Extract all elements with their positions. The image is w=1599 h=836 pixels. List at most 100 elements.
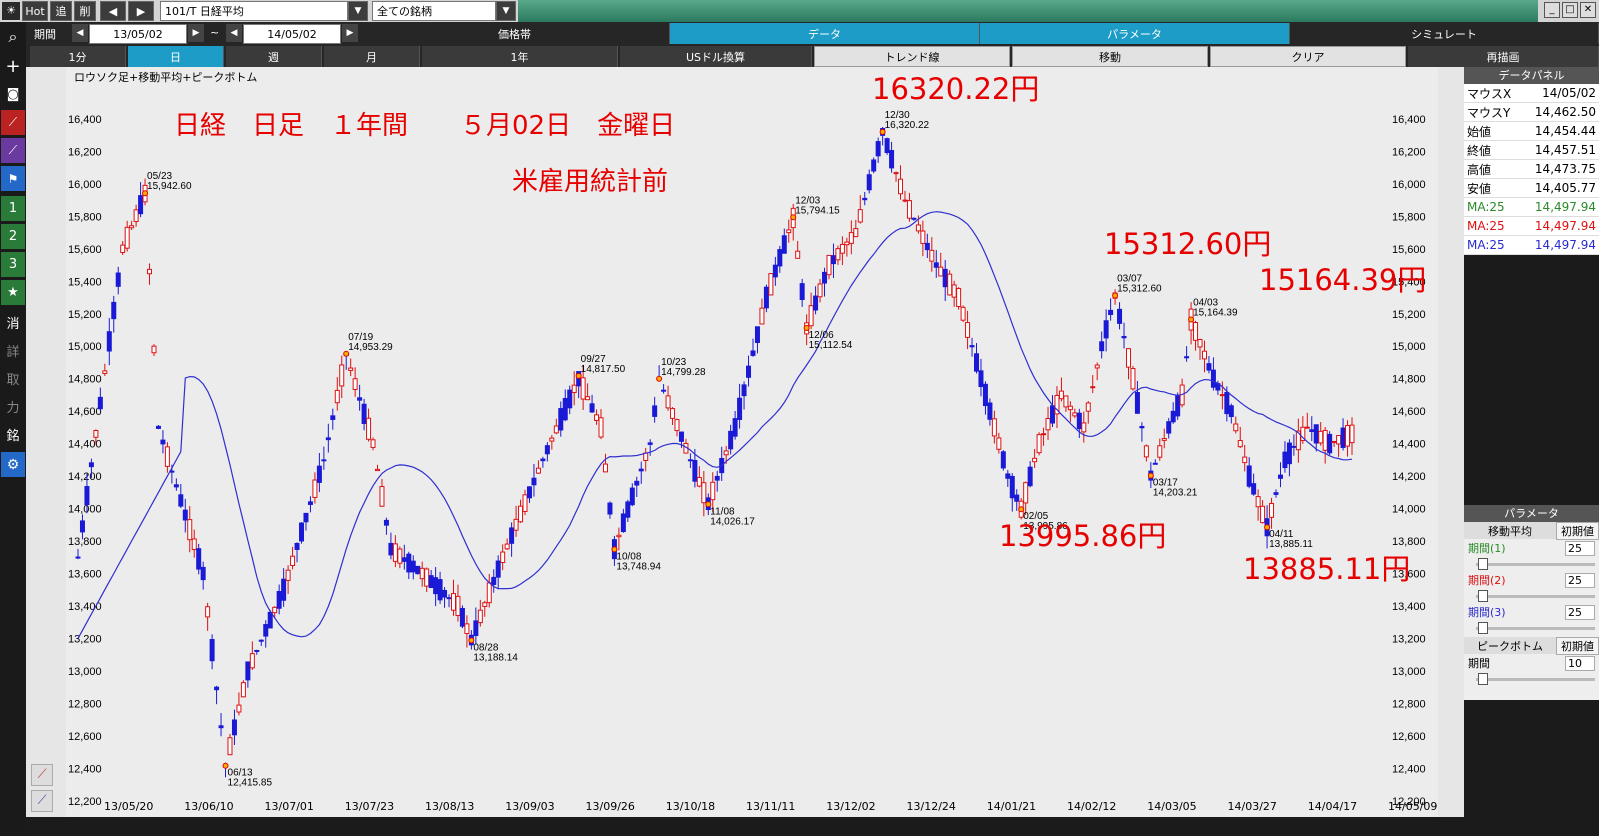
tab-redraw[interactable]: 再描画 bbox=[1408, 46, 1599, 67]
data-panel-row: MA:25 14,497.94 bbox=[1464, 217, 1599, 236]
sidebar-item-trade[interactable]: 取 bbox=[1, 366, 25, 391]
candle-body bbox=[236, 704, 242, 713]
y-tick-right: 13,000 bbox=[1392, 666, 1426, 678]
data-panel-row: マウスY 14,462.50 bbox=[1464, 103, 1599, 122]
delete-button[interactable]: 削 bbox=[74, 1, 96, 21]
sidebar-item-detail[interactable]: 詳 bbox=[1, 338, 25, 363]
search-icon[interactable]: ⌕ bbox=[1, 24, 25, 49]
param-2-slider[interactable] bbox=[1468, 589, 1595, 603]
data-panel-value: 14,497.94 bbox=[1534, 238, 1596, 252]
tab-usd[interactable]: USドル換算 bbox=[620, 46, 812, 67]
candle-body bbox=[598, 417, 604, 438]
candle-body bbox=[754, 326, 760, 343]
param-3-slider[interactable] bbox=[1468, 621, 1595, 635]
candle-body bbox=[383, 519, 389, 526]
candlestick-chart[interactable]: 16,400 16,400 16,200 16,200 16,000 16,000 15,8… bbox=[66, 67, 1438, 817]
param-1-slider[interactable] bbox=[1468, 557, 1595, 571]
from-prev-arrow-icon[interactable]: ◀ bbox=[72, 24, 88, 42]
param-3-input[interactable]: 25 bbox=[1565, 604, 1595, 620]
candle-body bbox=[196, 548, 202, 570]
bulb-icon[interactable]: ☀ bbox=[2, 2, 20, 20]
candle-body bbox=[594, 414, 600, 421]
next-arrow-icon[interactable]: ▶ bbox=[128, 1, 154, 21]
mini-chart-icon[interactable]: ⟋ bbox=[31, 764, 53, 786]
symbol-field[interactable]: 101/T 日経平均 bbox=[160, 1, 348, 21]
star-icon[interactable]: ★ bbox=[1, 280, 25, 305]
zoom-in-icon[interactable]: + bbox=[1, 54, 25, 79]
maximize-icon[interactable]: □ bbox=[1562, 2, 1578, 18]
chart-purple-icon[interactable]: ⟋ bbox=[1, 138, 25, 163]
tab-1year[interactable]: 1年 bbox=[422, 46, 618, 67]
from-next-arrow-icon[interactable]: ▶ bbox=[188, 24, 204, 42]
sidebar-item-1[interactable]: 1 bbox=[1, 196, 25, 221]
chart-red-icon[interactable]: ⟋ bbox=[1, 110, 25, 135]
ma-section-header: 移動平均 初期値 bbox=[1464, 521, 1599, 540]
to-date-field[interactable]: 14/05/02 bbox=[243, 24, 341, 44]
sidebar-item-3[interactable]: 3 bbox=[1, 252, 25, 277]
chart-headline: 日経 日足 １年間 ５月02日 金曜日 bbox=[174, 111, 676, 141]
tab-clear[interactable]: クリア bbox=[1210, 46, 1406, 67]
tab-trendline[interactable]: トレンド線 bbox=[814, 46, 1010, 67]
tab-month[interactable]: 月 bbox=[324, 46, 420, 67]
param-1-input[interactable]: 25 bbox=[1565, 540, 1595, 556]
tab-1min[interactable]: 1分 bbox=[30, 46, 126, 67]
candle-body bbox=[477, 609, 483, 624]
tab-week[interactable]: 週 bbox=[226, 46, 322, 67]
param-2-input[interactable]: 25 bbox=[1565, 572, 1595, 588]
sidebar-item-erase[interactable]: 消 bbox=[1, 310, 25, 335]
sidebar-item-2[interactable]: 2 bbox=[1, 224, 25, 249]
camera-icon[interactable]: ◙ bbox=[1, 82, 25, 107]
prev-arrow-icon[interactable]: ◀ bbox=[100, 1, 126, 21]
minimize-icon[interactable]: _ bbox=[1544, 2, 1560, 18]
sidebar-item-symbol[interactable]: 銘 bbox=[1, 422, 25, 447]
candle-body bbox=[495, 560, 501, 578]
tab-day[interactable]: 日 bbox=[128, 46, 224, 67]
tab-price-band[interactable]: 価格帯 bbox=[360, 23, 670, 44]
candle-body bbox=[647, 442, 653, 445]
tab-move[interactable]: 移動 bbox=[1012, 46, 1208, 67]
candle-body bbox=[1273, 492, 1279, 495]
chart-area[interactable]: 16,400 16,400 16,200 16,200 16,000 16,000 15,8… bbox=[66, 67, 1438, 817]
to-prev-arrow-icon[interactable]: ◀ bbox=[226, 24, 242, 42]
x-tick-label: 13/09/03 bbox=[505, 800, 555, 813]
sidebar-item-input[interactable]: 力 bbox=[1, 394, 25, 419]
data-panel-row: 安値 14,405.77 bbox=[1464, 179, 1599, 198]
peak-value-label: 14,799.28 bbox=[661, 367, 706, 378]
ma-default-button[interactable]: 初期値 bbox=[1556, 521, 1599, 540]
close-icon[interactable]: ✕ bbox=[1580, 2, 1596, 18]
candle-body bbox=[1058, 390, 1064, 400]
to-next-arrow-icon[interactable]: ▶ bbox=[342, 24, 358, 42]
param-row-1: 期間(1) 25 bbox=[1464, 539, 1599, 557]
hot-button[interactable]: Hot bbox=[22, 1, 48, 21]
candle-body bbox=[1085, 402, 1091, 412]
data-panel-row: 終値 14,457.51 bbox=[1464, 141, 1599, 160]
candle-body bbox=[956, 288, 962, 307]
mini-chart-purple-icon[interactable]: ⟋ bbox=[31, 790, 53, 812]
peak-bottom-default-button[interactable]: 初期値 bbox=[1556, 636, 1599, 655]
candle-body bbox=[902, 199, 908, 202]
candle-body bbox=[732, 418, 738, 437]
add-button[interactable]: 追 bbox=[50, 1, 72, 21]
data-panel-key: 高値 bbox=[1467, 162, 1492, 177]
settings-gear-icon[interactable]: ⚙ bbox=[1, 452, 25, 477]
tab-data[interactable]: データ bbox=[670, 23, 980, 44]
pb-period-input[interactable]: 10 bbox=[1565, 655, 1595, 671]
data-panel-value: 14/05/02 bbox=[1542, 86, 1596, 100]
candle-body bbox=[558, 408, 564, 431]
data-panel-row: 高値 14,473.75 bbox=[1464, 160, 1599, 179]
y-tick-left: 12,800 bbox=[68, 698, 102, 710]
candle-body bbox=[531, 477, 537, 486]
filter-dropdown-icon[interactable]: ▼ bbox=[496, 1, 516, 21]
flag-icon[interactable]: ⚑ bbox=[1, 166, 25, 191]
from-date-field[interactable]: 13/05/02 bbox=[89, 24, 187, 44]
tab-simulate[interactable]: シミュレート bbox=[1290, 23, 1599, 44]
x-tick-label: 13/12/24 bbox=[906, 800, 956, 813]
filter-field[interactable]: 全ての銘柄 bbox=[372, 1, 496, 21]
pb-slider[interactable] bbox=[1468, 672, 1595, 686]
candle-body bbox=[1260, 505, 1266, 524]
candle-body bbox=[1045, 417, 1051, 431]
symbol-dropdown-icon[interactable]: ▼ bbox=[348, 1, 368, 21]
tab-parameter[interactable]: パラメータ bbox=[980, 23, 1290, 44]
candle-body bbox=[187, 519, 193, 541]
candle-body bbox=[544, 445, 550, 455]
